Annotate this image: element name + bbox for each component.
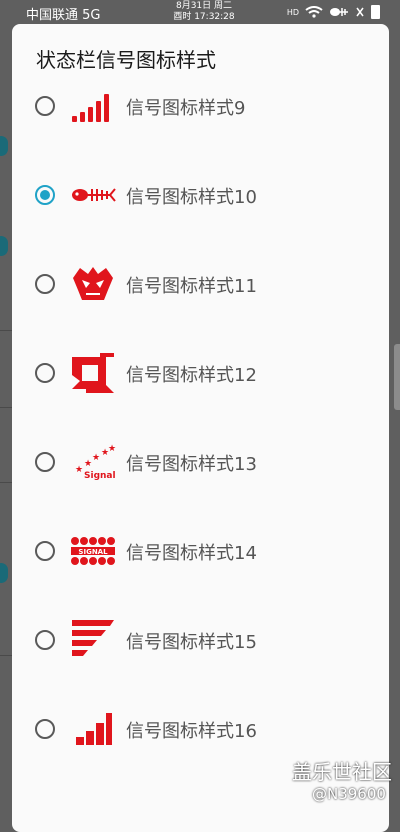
option-label: 信号图标样式9 [126, 98, 246, 119]
svg-text:★: ★ [92, 453, 100, 463]
option-label: 信号图标样式14 [126, 543, 257, 564]
frame-shuriken-icon [72, 353, 114, 393]
star-signal-text: Signal [84, 471, 116, 481]
option-style-14[interactable]: SIGNAL 信号图标样式14 [12, 521, 389, 581]
option-label: 信号图标样式12 [126, 365, 257, 386]
signal-icon-style-dialog: 状态栏信号图标样式 信号图标样式9 信号图标样式10 信号图标样式11 信号图标… [12, 24, 389, 832]
time-label: 酉时 17:32:28 [173, 12, 235, 22]
clock-block: 8月31日 周二 酉时 17:32:28 [172, 1, 236, 23]
ascending-bars-icon [72, 94, 109, 122]
fish-bone-icon [72, 188, 116, 202]
step-bars-icon [76, 713, 112, 745]
hd-label: HD [286, 7, 299, 17]
radio-button-selected[interactable] [35, 185, 55, 205]
date-label: 8月31日 周二 [175, 1, 233, 11]
option-style-16[interactable]: 信号图标样式16 [12, 699, 389, 759]
option-label: 信号图标样式15 [126, 632, 257, 653]
background-divider [0, 482, 12, 483]
signal-dots-text: SIGNAL [78, 548, 108, 556]
star-signal-icon: ★ ★ ★ ★ ★ Signal [75, 444, 116, 481]
background-toggle [0, 136, 8, 156]
option-style-9[interactable]: 信号图标样式9 [12, 76, 389, 136]
background-toggle [0, 236, 8, 256]
skull-icon [73, 267, 113, 300]
option-style-10[interactable]: 信号图标样式10 [12, 165, 389, 225]
fish-bone-signal-icon [330, 8, 348, 16]
option-label: 信号图标样式11 [126, 276, 257, 297]
status-bar: 中国联通 5G 8月31日 周二 酉时 17:32:28 HD [0, 0, 400, 26]
stripes-icon [72, 620, 114, 656]
watermark-title: 盖乐世社区 [292, 760, 392, 784]
option-label: 信号图标样式10 [126, 187, 257, 208]
wifi-icon [305, 6, 323, 18]
nfc-icon [356, 7, 364, 17]
svg-text:★: ★ [75, 465, 83, 475]
option-style-11[interactable]: 信号图标样式11 [12, 254, 389, 314]
option-label: 信号图标样式16 [126, 721, 257, 742]
radio-button[interactable] [35, 630, 55, 650]
dialog-title: 状态栏信号图标样式 [36, 48, 216, 72]
svg-text:★: ★ [108, 444, 116, 454]
battery-icon [371, 5, 380, 19]
signal-dots-icon: SIGNAL [71, 537, 115, 565]
status-icons: HD [287, 5, 380, 19]
radio-button[interactable] [35, 541, 55, 561]
scroll-handle[interactable] [394, 344, 400, 410]
option-label: 信号图标样式13 [126, 454, 257, 475]
radio-button[interactable] [35, 452, 55, 472]
radio-button[interactable] [35, 363, 55, 383]
carrier-label: 中国联通 5G [26, 8, 101, 23]
background-divider [0, 407, 12, 408]
radio-button[interactable] [35, 274, 55, 294]
option-style-13[interactable]: ★ ★ ★ ★ ★ Signal 信号图标样式13 [12, 432, 389, 492]
option-style-15[interactable]: 信号图标样式15 [12, 610, 389, 670]
svg-text:★: ★ [84, 459, 92, 469]
radio-button[interactable] [35, 719, 55, 739]
watermark-user: @N39600 [312, 785, 386, 803]
background-divider [0, 330, 12, 331]
option-style-12[interactable]: 信号图标样式12 [12, 343, 389, 403]
background-toggle [0, 563, 8, 583]
radio-button[interactable] [35, 96, 55, 116]
background-divider [0, 655, 12, 656]
